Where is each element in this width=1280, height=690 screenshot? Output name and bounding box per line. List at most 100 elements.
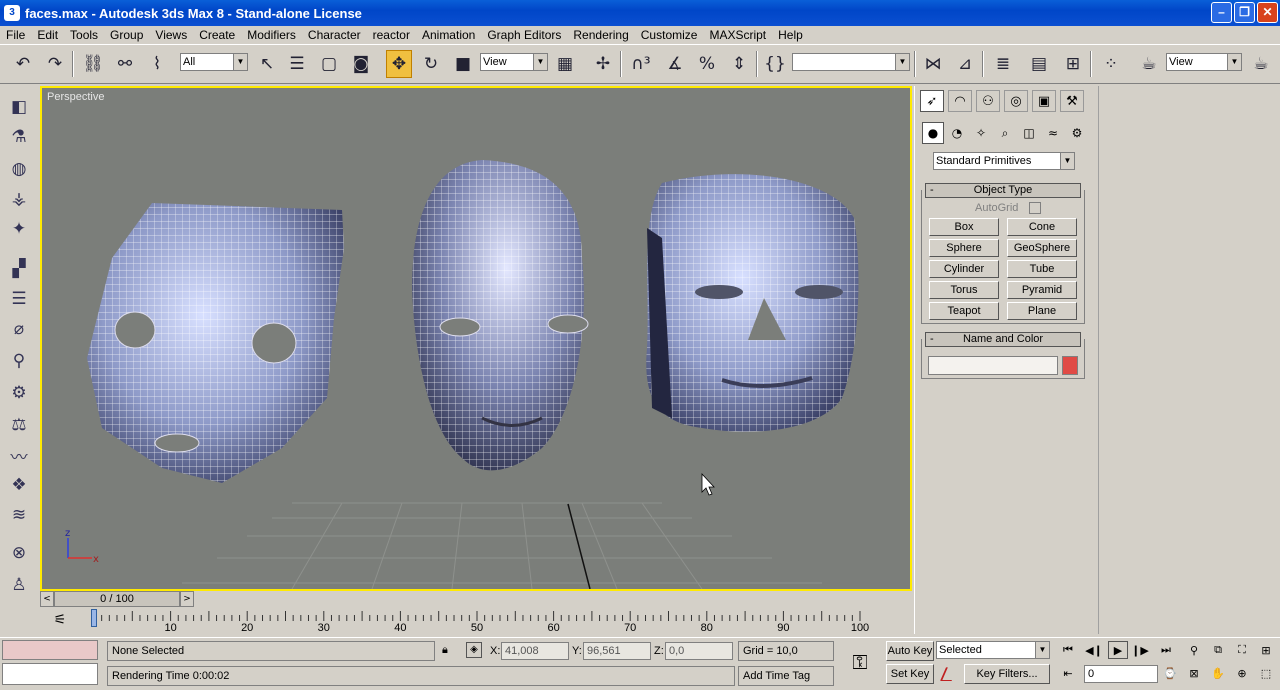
primitive-geosphere-button[interactable]: GeoSphere	[1007, 239, 1077, 257]
maxscript-listener-white[interactable]	[2, 663, 98, 685]
hose-icon[interactable]: 〰	[6, 442, 32, 468]
edit-named-sets-icon[interactable]: {}	[762, 50, 788, 78]
cameras-icon[interactable]: ⌕	[994, 122, 1016, 144]
schematic-view-icon[interactable]: ⊞	[1060, 50, 1086, 78]
mirror-icon[interactable]: ⋈	[920, 50, 946, 78]
zoom-all-icon[interactable]: ⧉	[1208, 641, 1228, 659]
redo-icon[interactable]: ↷	[42, 50, 68, 78]
add-time-tag[interactable]: Add Time Tag	[738, 666, 834, 686]
hierarchy-tab-icon[interactable]: ⚇	[976, 90, 1000, 112]
field-of-view-icon[interactable]: ⊠	[1184, 664, 1204, 682]
zoom-extents-icon[interactable]: ⛶	[1232, 641, 1252, 659]
time-config-icon[interactable]: ⌚	[1160, 664, 1180, 682]
geometry-icon[interactable]: ●	[922, 122, 944, 144]
lock-selection-icon[interactable]: 🔒︎	[442, 643, 448, 657]
bone-icon[interactable]: ⚖	[6, 412, 32, 438]
link-icon[interactable]: ⊗	[6, 540, 32, 566]
menu-file[interactable]: File	[0, 28, 31, 42]
primitive-sphere-button[interactable]: Sphere	[929, 239, 999, 257]
menu-character[interactable]: Character	[302, 28, 367, 42]
previous-frame-icon[interactable]: ◀❙	[1084, 641, 1104, 659]
zoom-extents-all-icon[interactable]: ⊞	[1256, 641, 1276, 659]
ref-coord-dropdown[interactable]: View ▼	[480, 53, 548, 71]
menu-reactor[interactable]: reactor	[367, 28, 416, 42]
go-to-end-icon[interactable]: ⏭	[1156, 641, 1176, 659]
primitive-pyramid-button[interactable]: Pyramid	[1007, 281, 1077, 299]
primitive-teapot-button[interactable]: Teapot	[929, 302, 999, 320]
motion-tab-icon[interactable]: ◎	[1004, 90, 1028, 112]
prev-frame-arrow-icon[interactable]: <	[40, 591, 54, 607]
maxscript-listener-pink[interactable]	[2, 640, 98, 660]
trackbar-position-marker[interactable]	[91, 609, 97, 627]
perspective-viewport[interactable]: Perspective z x	[40, 86, 912, 591]
absolute-transform-icon[interactable]: ◈	[466, 642, 482, 658]
tube-icon[interactable]: ⌀	[6, 316, 32, 342]
selection-filter-dropdown[interactable]: All ▼	[180, 53, 248, 71]
align-icon[interactable]: ⊿	[952, 50, 978, 78]
spinner-snap-icon[interactable]: ⇕	[726, 50, 752, 78]
menu-graph-editors[interactable]: Graph Editors	[481, 28, 567, 42]
primitive-tube-button[interactable]: Tube	[1007, 260, 1077, 278]
move-icon[interactable]: ✥	[386, 50, 412, 78]
layer-manager-icon[interactable]: ≣	[990, 50, 1016, 78]
quick-render-icon[interactable]: ☕	[1248, 50, 1274, 78]
auto-key-button[interactable]: Auto Key	[886, 641, 934, 661]
create-tab-icon[interactable]: ➶	[920, 90, 944, 112]
primitive-plane-button[interactable]: Plane	[1007, 302, 1077, 320]
bind-space-warp-icon[interactable]: ⌇	[144, 50, 170, 78]
window-crossing-icon[interactable]: ◙	[348, 50, 374, 78]
gear-icon[interactable]: ⚙	[6, 380, 32, 406]
next-frame-arrow-icon[interactable]: >	[180, 591, 194, 607]
key-mode-dropdown[interactable]: Selected ▼	[936, 641, 1050, 659]
undo-icon[interactable]: ↶	[10, 50, 36, 78]
rotate-icon[interactable]: ↻	[418, 50, 444, 78]
object-name-field[interactable]	[928, 356, 1058, 375]
cloth-icon[interactable]: ❖	[6, 472, 32, 498]
maximize-viewport-icon[interactable]: ⬚	[1256, 664, 1276, 682]
use-pivot-icon[interactable]: ▦	[552, 50, 578, 78]
primitive-torus-button[interactable]: Torus	[929, 281, 999, 299]
wave-icon[interactable]: ≋	[6, 502, 32, 528]
pan-icon[interactable]: ✋	[1208, 664, 1228, 682]
sphere-icon[interactable]: ◍	[6, 156, 32, 182]
select-object-icon[interactable]: ↖	[254, 50, 280, 78]
set-key-button[interactable]: Set Key	[886, 664, 934, 684]
face-mesh-right[interactable]	[646, 174, 859, 432]
go-to-start-icon[interactable]: ⏮	[1058, 641, 1078, 659]
snap-3-icon[interactable]: ∩³	[628, 50, 654, 78]
object-color-swatch[interactable]	[1062, 356, 1078, 375]
y-coordinate-field[interactable]: 96,561	[583, 642, 651, 660]
primitive-cylinder-button[interactable]: Cylinder	[929, 260, 999, 278]
menu-help[interactable]: Help	[772, 28, 809, 42]
default-tangent-icon[interactable]: ⎳	[940, 666, 952, 682]
modify-tab-icon[interactable]: ◠	[948, 90, 972, 112]
rect-region-icon[interactable]: ▢	[316, 50, 342, 78]
key-mode-toggle-icon[interactable]: ⇤	[1058, 664, 1078, 682]
stack-icon[interactable]: ☰	[6, 286, 32, 312]
render-scene-icon[interactable]: ☕	[1136, 50, 1162, 78]
lights-icon[interactable]: ✧	[970, 122, 992, 144]
create-box-icon[interactable]: ◧	[6, 94, 32, 120]
named-selection-dropdown[interactable]: ▼	[792, 53, 910, 71]
menu-maxscript[interactable]: MAXScript	[703, 28, 772, 42]
minimize-button[interactable]: –	[1211, 2, 1232, 23]
menu-customize[interactable]: Customize	[635, 28, 704, 42]
time-slider[interactable]: < 0 / 100 >	[40, 591, 912, 607]
render-view-dropdown[interactable]: View ▼	[1166, 53, 1242, 71]
menu-modifiers[interactable]: Modifiers	[241, 28, 302, 42]
shapes-icon[interactable]: ◔	[946, 122, 968, 144]
z-coordinate-field[interactable]: 0,0	[665, 642, 733, 660]
light-icon[interactable]: ⚶	[6, 186, 32, 212]
name-color-rollout[interactable]: - Name and Color	[925, 332, 1081, 347]
category-dropdown[interactable]: Standard Primitives ▼	[933, 152, 1075, 170]
face-mesh-left[interactable]	[87, 203, 344, 483]
checker-icon[interactable]: ▞	[6, 256, 32, 282]
select-by-name-icon[interactable]: ☰	[284, 50, 310, 78]
face-mesh-center[interactable]	[412, 160, 589, 471]
zoom-icon[interactable]: ⚲	[1184, 641, 1204, 659]
track-bar[interactable]: ⚟ 10 20 30 40 50 60 70 80 90 100	[0, 607, 912, 637]
biped-icon[interactable]: ♙	[6, 572, 32, 598]
close-button[interactable]: ✕	[1257, 2, 1278, 23]
menu-create[interactable]: Create	[193, 28, 241, 42]
key-filters-button[interactable]: Key Filters...	[964, 664, 1050, 684]
